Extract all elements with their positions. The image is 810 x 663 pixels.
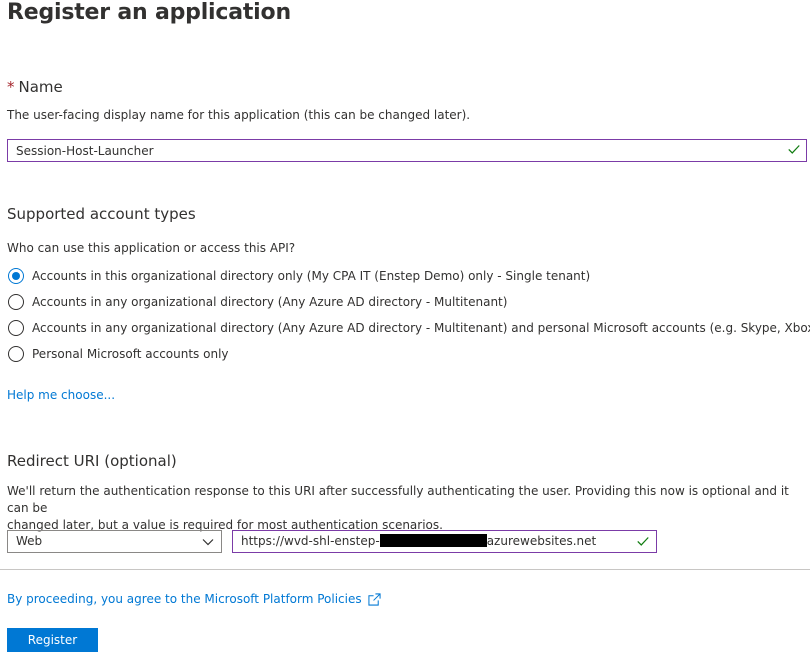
platform-select-value: Web [16,534,43,548]
redacted-block [379,534,487,547]
radio-label: Accounts in any organizational directory… [32,321,810,335]
redirect-uri-prefix: https://wvd-shl-enstep- [241,534,380,548]
name-description: The user-facing display name for this ap… [7,108,471,122]
redirect-uri-input[interactable]: https://wvd-shl-enstep-azurewebsites.net [232,530,657,553]
platform-policies-link[interactable]: By proceeding, you agree to the Microsof… [7,592,362,606]
name-input[interactable] [7,139,807,162]
radio-button[interactable] [8,320,24,336]
radio-button-checked[interactable] [8,268,24,284]
register-button[interactable]: Register [7,628,98,652]
help-me-choose-link[interactable]: Help me choose... [7,388,115,402]
required-marker: * [7,78,15,96]
page-title: Register an application [7,0,291,25]
name-section-title: * Name [7,78,63,96]
radio-dot [12,272,20,280]
radio-option-multitenant[interactable]: Accounts in any organizational directory… [8,294,507,310]
external-link-icon[interactable] [368,592,381,606]
platform-policies-row: By proceeding, you agree to the Microsof… [7,592,381,606]
checkmark-icon [788,145,800,154]
name-input-wrapper [7,139,807,162]
redirect-uri-suffix: azurewebsites.net [486,534,597,548]
checkmark-icon [637,537,649,546]
redirect-description: We'll return the authentication response… [7,483,807,534]
redirect-description-line1: We'll return the authentication response… [7,484,789,515]
footer-divider [0,569,810,570]
account-types-title: Supported account types [7,205,196,223]
radio-option-single-tenant[interactable]: Accounts in this organizational director… [8,268,590,284]
account-types-question: Who can use this application or access t… [7,241,296,255]
radio-label: Accounts in any organizational directory… [32,295,508,309]
radio-option-multitenant-personal[interactable]: Accounts in any organizational directory… [8,320,810,336]
radio-button[interactable] [8,294,24,310]
chevron-down-icon [202,539,214,546]
radio-label: Accounts in this organizational director… [32,269,591,283]
platform-select[interactable]: Web [7,530,222,553]
name-label: Name [18,78,63,96]
radio-button[interactable] [8,346,24,362]
radio-option-personal-only[interactable]: Personal Microsoft accounts only [8,346,229,362]
redirect-uri-title: Redirect URI (optional) [7,452,177,470]
radio-label: Personal Microsoft accounts only [32,347,229,361]
